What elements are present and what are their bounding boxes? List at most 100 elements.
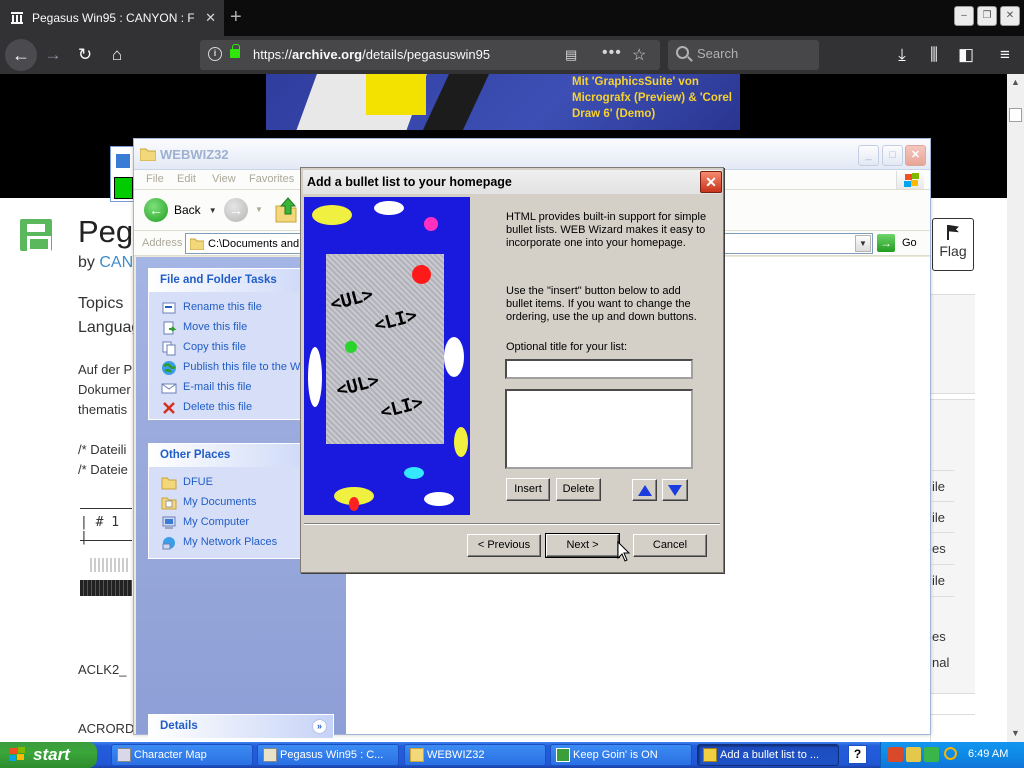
clock: 6:49 AM [968, 748, 1009, 760]
side-panel-box [930, 714, 975, 742]
bullet-items-list[interactable] [505, 389, 693, 469]
mouse-cursor-icon [617, 541, 631, 562]
task-label: Delete this file [183, 401, 253, 413]
back-arrow-icon: ← [144, 198, 168, 222]
tab-close-icon[interactable]: ✕ [205, 10, 216, 26]
start-button[interactable]: start [0, 742, 97, 768]
dialog-close-button[interactable]: ✕ [700, 171, 722, 193]
search-tray-icon[interactable] [944, 747, 957, 760]
help-indicator-icon[interactable]: ? [848, 745, 867, 764]
task-label: Add a bullet list to ... [720, 749, 820, 761]
scroll-up-icon[interactable]: ▲ [1007, 74, 1024, 91]
dropdown-arrow-icon[interactable]: ▼ [255, 205, 263, 214]
back-arrow-icon[interactable]: ← [5, 39, 37, 71]
software-item-icon [20, 219, 52, 252]
cancel-button[interactable]: Cancel [633, 534, 707, 557]
details-header[interactable]: Details » [149, 715, 333, 738]
task-character-map[interactable]: Character Map [111, 744, 253, 766]
go-button[interactable]: → Go [877, 234, 917, 252]
task-webwiz32[interactable]: WEBWIZ32 [404, 744, 546, 766]
move-down-button[interactable] [662, 479, 688, 501]
menu-edit[interactable]: Edit [177, 173, 196, 185]
library-icon[interactable]: ⫼ [921, 42, 947, 68]
scroll-thumb[interactable] [1009, 108, 1022, 122]
task-label: Move this file [183, 321, 248, 333]
forward-arrow-icon[interactable]: → [40, 42, 66, 68]
file-list-comment: /* Dateili /* Dateie [78, 440, 128, 480]
computer-icon [162, 516, 176, 529]
chevron-down-icon[interactable]: » [312, 719, 327, 734]
browser-tab-active[interactable]: Pegasus Win95 : CANYON : Free D ✕ [0, 0, 224, 36]
folder-icon [190, 238, 204, 250]
menu-favorites[interactable]: Favorites [249, 173, 294, 185]
previous-button[interactable]: < Previous [467, 534, 541, 557]
window-restore-button[interactable]: ❐ [977, 6, 997, 26]
tray-app-icon[interactable] [924, 747, 939, 762]
minimize-button[interactable]: _ [858, 145, 879, 166]
download-option[interactable]: ile [932, 510, 945, 525]
reader-view-icon[interactable]: ▤ [565, 47, 577, 63]
home-icon[interactable]: ⌂ [104, 42, 130, 68]
menu-file[interactable]: File [146, 173, 164, 185]
next-button[interactable]: Next > [545, 533, 620, 558]
insert-button[interactable]: Insert [506, 478, 550, 501]
globe-icon [162, 361, 176, 375]
site-info-icon[interactable]: i [208, 47, 222, 61]
file-entry[interactable]: ACRORD [78, 721, 134, 736]
reload-icon[interactable]: ↻ [72, 42, 98, 68]
creator-link[interactable]: CAN [99, 254, 133, 271]
task-keep-goin[interactable]: Keep Goin' is ON [550, 744, 692, 766]
explorer-titlebar[interactable]: WEBWIZ32 _ □ ✕ [134, 139, 930, 170]
move-up-button[interactable] [632, 479, 657, 501]
task-label: WEBWIZ32 [427, 749, 485, 761]
url-text[interactable]: https://archive.org/details/pegasuswin95 [253, 47, 490, 62]
new-tab-icon[interactable]: + [230, 6, 242, 28]
url-host: archive.org [292, 47, 363, 62]
back-button[interactable]: ← Back ▼ [144, 198, 217, 222]
windows-logo-icon [896, 171, 924, 189]
close-button[interactable]: ✕ [905, 145, 926, 166]
search-bar[interactable] [668, 40, 819, 70]
dropdown-arrow-icon[interactable]: ▼ [209, 206, 217, 215]
go-arrow-icon: → [877, 234, 895, 252]
copy-icon [162, 341, 176, 356]
tray-app-icon[interactable] [906, 747, 921, 762]
download-option[interactable]: ile [932, 573, 945, 588]
file-entry[interactable]: ACLK2_ [78, 662, 126, 677]
download-option[interactable]: nal [932, 655, 949, 670]
scroll-down-icon[interactable]: ▼ [1007, 725, 1024, 742]
download-option[interactable]: es [932, 541, 946, 556]
task-label: Rename this file [183, 301, 262, 313]
tray-app-icon[interactable] [888, 747, 903, 762]
download-option[interactable]: es [932, 629, 946, 644]
web-wizard-dialog: Add a bullet list to your homepage ✕ <UL… [300, 167, 724, 573]
search-input[interactable] [697, 46, 807, 61]
task-label: Character Map [134, 749, 207, 761]
url-bar[interactable]: i https://archive.org/details/pegasuswin… [200, 40, 660, 70]
flag-button[interactable]: Flag [932, 218, 974, 271]
optional-title-label: Optional title for your list: [506, 341, 628, 353]
archive-favicon-icon [11, 12, 23, 24]
sidebar-icon[interactable]: ◧ [953, 42, 979, 68]
chevron-down-icon[interactable]: ▼ [855, 235, 871, 252]
dialog-titlebar[interactable]: Add a bullet list to your homepage ✕ [303, 170, 722, 194]
download-option[interactable]: ile [932, 479, 945, 494]
page-scrollbar[interactable]: ▲ ▼ [1007, 74, 1024, 742]
maximize-button[interactable]: □ [882, 145, 903, 166]
downloads-icon[interactable]: ⤓ [889, 42, 915, 68]
menu-view[interactable]: View [212, 173, 236, 185]
folder-up-icon[interactable] [274, 196, 298, 224]
window-close-button[interactable]: ✕ [1000, 6, 1020, 26]
task-firefox[interactable]: Pegasus Win95 : C... [257, 744, 399, 766]
task-label: Pegasus Win95 : C... [280, 749, 384, 761]
page-actions-icon[interactable]: ••• [602, 44, 622, 62]
hamburger-menu-icon[interactable]: ≡ [992, 42, 1018, 68]
search-icon [676, 46, 689, 59]
ascii-dotted-bar [90, 558, 130, 572]
delete-button[interactable]: Delete [556, 478, 601, 501]
list-title-input[interactable] [505, 359, 693, 379]
bookmark-star-icon[interactable]: ☆ [632, 45, 646, 65]
forward-arrow-icon[interactable]: → [224, 198, 248, 222]
window-minimize-button[interactable]: ‒ [954, 6, 974, 26]
task-bullet-wizard[interactable]: Add a bullet list to ... [697, 744, 839, 766]
